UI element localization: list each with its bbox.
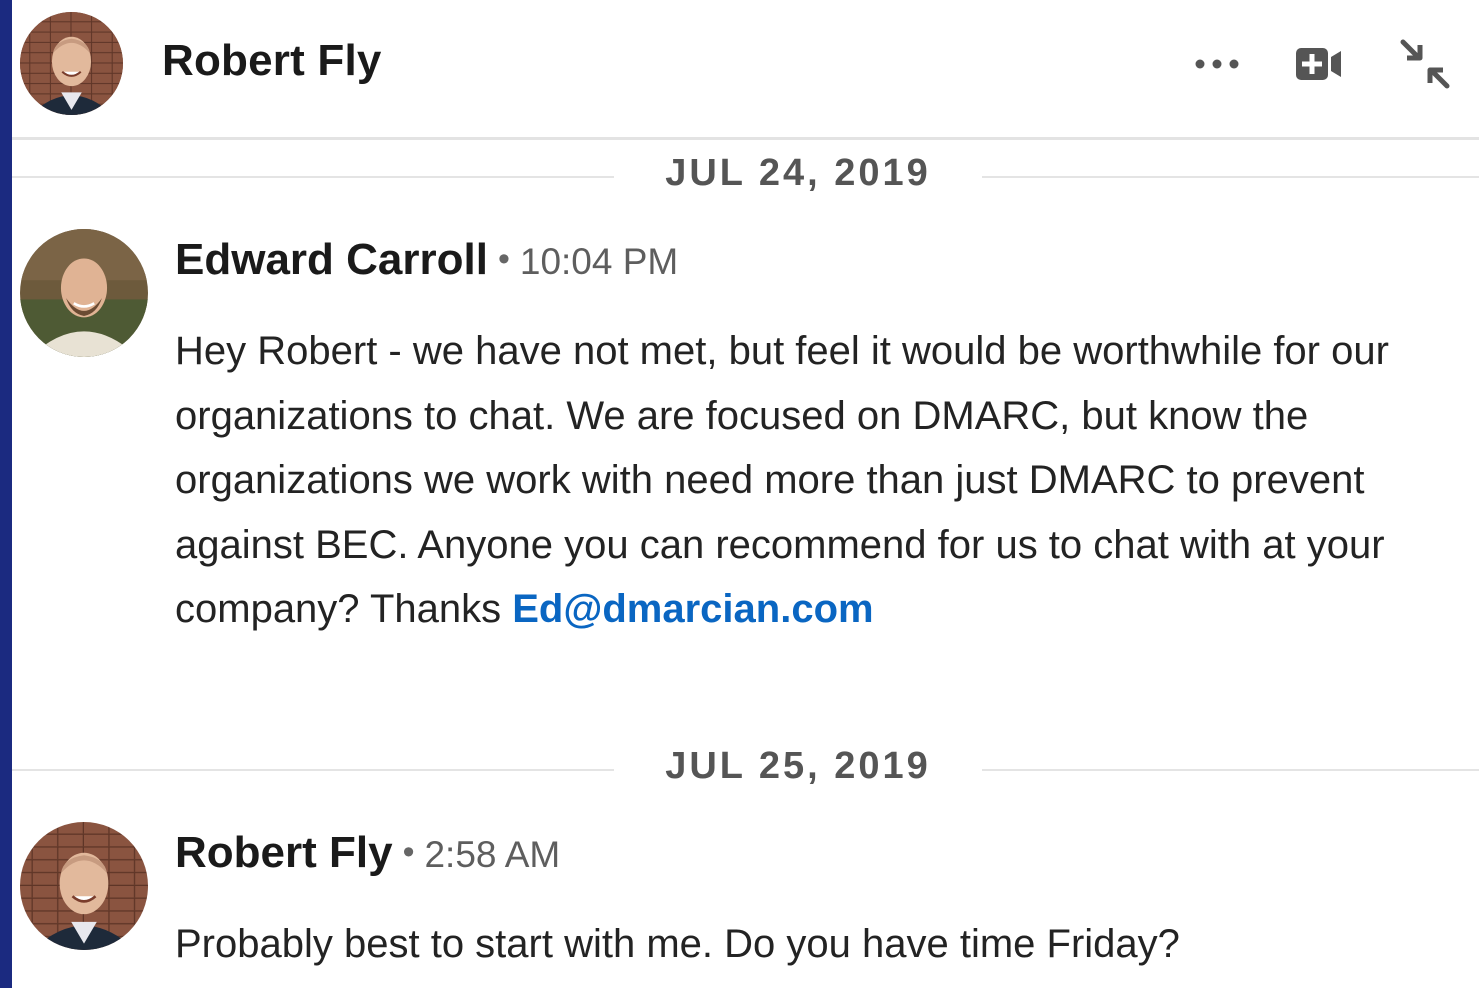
video-camera-plus-icon <box>1296 48 1341 80</box>
sender-name[interactable]: Edward Carroll <box>175 235 488 284</box>
divider-line <box>982 769 1479 771</box>
message-text: Hey Robert - we have not met, but feel i… <box>175 329 1389 631</box>
message-text: Probably best to start with me. Do you h… <box>175 922 1180 966</box>
message-timestamp: 2:58 AM <box>424 834 561 875</box>
date-label: JUL 24, 2019 <box>665 152 931 194</box>
window-left-edge <box>0 0 12 988</box>
message-timestamp: 10:04 PM <box>519 241 679 282</box>
avatar[interactable] <box>20 12 123 115</box>
date-divider: JUL 24, 2019 <box>12 140 1479 194</box>
divider-line <box>12 769 614 771</box>
message-header: Edward Carroll • 10:04 PM <box>175 235 678 285</box>
separator-dot: • <box>402 833 415 871</box>
more-options-button[interactable] <box>1189 36 1245 92</box>
separator-dot: • <box>497 240 510 278</box>
date-label: JUL 25, 2019 <box>665 745 931 787</box>
video-call-button[interactable] <box>1291 36 1347 92</box>
message-thread: JUL 24, 2019 Edward Carroll • 10:04 PM Hey… <box>12 140 1479 988</box>
divider-line <box>12 176 614 178</box>
collapse-arrows-icon <box>1400 39 1450 89</box>
minimize-button[interactable] <box>1397 36 1453 92</box>
ellipsis-icon <box>1195 59 1239 69</box>
date-divider: JUL 25, 2019 <box>12 733 1479 787</box>
avatar[interactable] <box>20 822 148 950</box>
message-body: Hey Robert - we have not met, but feel i… <box>175 319 1435 642</box>
avatar[interactable] <box>20 229 148 357</box>
message-header: Robert Fly • 2:58 AM <box>175 828 560 878</box>
conversation-header: Robert Fly <box>12 0 1479 140</box>
email-link[interactable]: Ed@dmarcian.com <box>512 587 873 631</box>
divider-line <box>982 176 1479 178</box>
message-body: Probably best to start with me. Do you h… <box>175 912 1435 977</box>
sender-name[interactable]: Robert Fly <box>175 828 393 877</box>
conversation-title[interactable]: Robert Fly <box>162 36 382 86</box>
